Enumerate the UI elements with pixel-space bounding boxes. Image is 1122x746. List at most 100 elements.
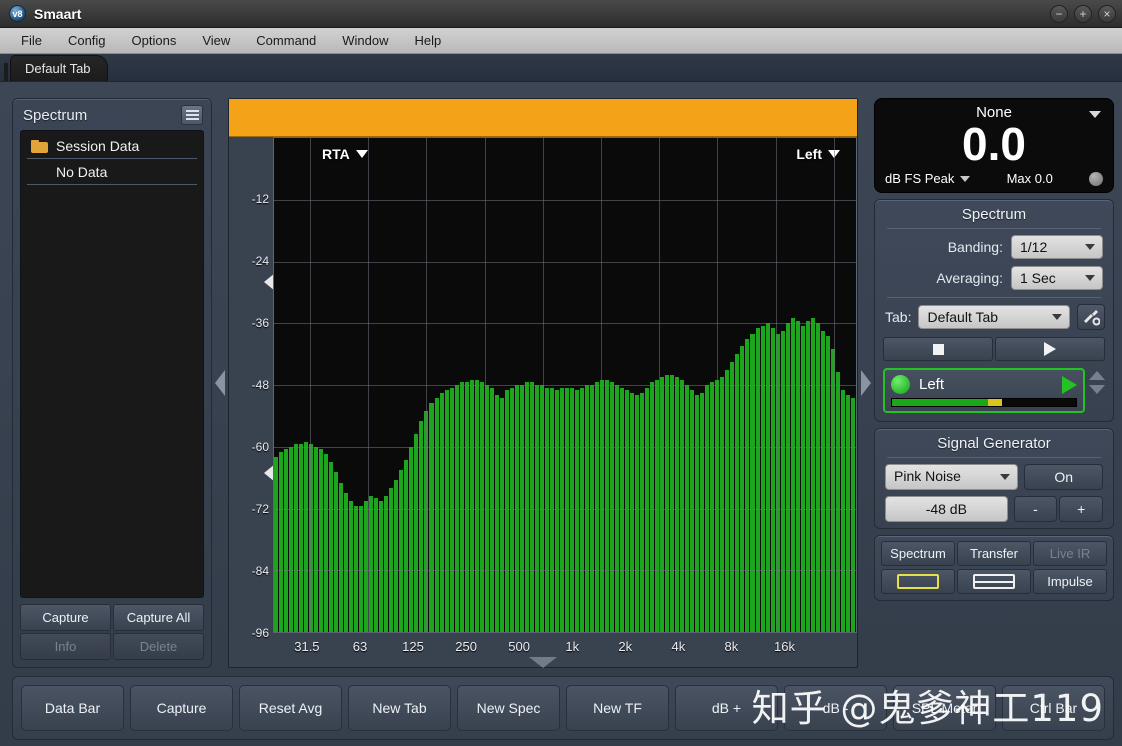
chart-collapse-handle[interactable] xyxy=(529,657,557,668)
y-tick-label: -60 xyxy=(251,440,269,454)
x-tick-label: 125 xyxy=(402,639,424,654)
y-tick-label: -36 xyxy=(251,316,269,330)
chevron-down-icon[interactable] xyxy=(1089,385,1105,394)
rta-dropdown[interactable]: RTA xyxy=(322,146,368,162)
maximize-icon[interactable]: + xyxy=(1074,5,1092,23)
generator-type-row: Pink Noise On xyxy=(875,464,1113,496)
generator-level-increase[interactable]: + xyxy=(1059,496,1104,522)
averaging-value: 1 Sec xyxy=(1020,270,1056,286)
mode-button-row: Spectrum Transfer Live IR xyxy=(881,541,1107,566)
gridline-horizontal xyxy=(274,323,856,325)
gridline-horizontal xyxy=(274,385,856,386)
banding-select[interactable]: 1/12 xyxy=(1011,235,1103,259)
toolbar-button-new-spec[interactable]: New Spec xyxy=(457,685,560,731)
generator-type-select[interactable]: Pink Noise xyxy=(885,464,1019,490)
generator-level-value[interactable]: -48 dB xyxy=(885,496,1008,522)
plot-area: -12 -24 -36 -48 -60 -72 -84 -96 RTA Left xyxy=(229,137,857,640)
capture-all-button[interactable]: Capture All xyxy=(113,604,204,631)
menu-file[interactable]: File xyxy=(8,30,55,51)
generator-level-decrease[interactable]: - xyxy=(1013,496,1058,522)
chevron-down-icon xyxy=(355,150,368,158)
gridline-vertical xyxy=(484,138,486,632)
sidebar-button-row-1: Capture Capture All xyxy=(20,604,204,631)
toolbar-button-new-tf[interactable]: New TF xyxy=(566,685,669,731)
generator-on-button[interactable]: On xyxy=(1024,464,1103,490)
averaging-select[interactable]: 1 Sec xyxy=(1011,266,1103,290)
menu-options[interactable]: Options xyxy=(119,30,190,51)
toolbar-button-reset-avg[interactable]: Reset Avg xyxy=(239,685,342,731)
single-pane-button[interactable] xyxy=(881,569,955,594)
level-green-segment xyxy=(892,399,988,406)
tab-select-row: Tab: Default Tab xyxy=(875,304,1113,337)
toolbar-button-db-[interactable]: dB + xyxy=(675,685,778,731)
right-panel: None 0.0 dB FS Peak Max 0.0 Spectrum Ban… xyxy=(874,98,1114,668)
tab-strip: Default Tab xyxy=(0,54,1122,82)
gridline-horizontal xyxy=(274,508,856,510)
list-item-no-data[interactable]: No Data xyxy=(21,159,203,185)
mode-spectrum-button[interactable]: Spectrum xyxy=(881,541,955,566)
capture-button[interactable]: Capture xyxy=(20,604,111,631)
sidebar-header: Spectrum xyxy=(13,99,211,130)
x-tick-label: 4k xyxy=(671,639,686,654)
mode-bar: Spectrum Transfer Live IR Impulse xyxy=(874,535,1114,601)
play-icon[interactable] xyxy=(1062,375,1077,394)
list-item-session-data[interactable]: Session Data xyxy=(21,133,203,159)
y-tick-label: -72 xyxy=(251,502,269,516)
meter-unit-dropdown[interactable]: dB FS Peak xyxy=(885,171,971,186)
gridline-vertical xyxy=(601,138,603,632)
sidebar-buttons: Capture Capture All Info Delete xyxy=(13,602,211,667)
mode-transfer-button[interactable]: Transfer xyxy=(957,541,1031,566)
tab-label: Tab: xyxy=(885,309,912,325)
rta-bar xyxy=(850,397,856,632)
toolbar-button-ctrl-bar[interactable]: Ctrl Bar xyxy=(1002,685,1105,731)
channel-header: Left xyxy=(891,375,1077,394)
menu-command[interactable]: Command xyxy=(243,30,329,51)
y-tick-label: -24 xyxy=(251,254,269,268)
stop-button[interactable] xyxy=(883,337,993,361)
rta-plot[interactable]: RTA Left xyxy=(273,137,857,633)
tab-default-tab[interactable]: Default Tab xyxy=(10,55,108,81)
menu-help[interactable]: Help xyxy=(402,30,455,51)
toolbar-button-new-tab[interactable]: New Tab xyxy=(348,685,451,731)
rta-dropdown-label: RTA xyxy=(322,146,350,162)
gridline-horizontal xyxy=(274,261,856,263)
banding-label: Banding: xyxy=(947,239,1003,255)
tab-select[interactable]: Default Tab xyxy=(918,305,1070,329)
toolbar-button-capture[interactable]: Capture xyxy=(130,685,233,731)
info-button[interactable]: Info xyxy=(20,633,111,660)
gridline-vertical xyxy=(775,138,777,632)
menu-config[interactable]: Config xyxy=(55,30,119,51)
split-pane-button[interactable] xyxy=(957,569,1031,594)
channel-spinner[interactable] xyxy=(1089,368,1105,394)
minimize-icon[interactable]: − xyxy=(1050,5,1068,23)
generator-level-row: -48 dB - + xyxy=(875,496,1113,528)
play-button[interactable] xyxy=(995,337,1105,361)
tools-icon[interactable] xyxy=(1077,304,1105,330)
channel-left[interactable]: Left xyxy=(883,368,1085,413)
x-axis: 31.5 63 125 250 500 1k 2k 4k 8k 16k xyxy=(229,633,857,668)
sidebar-collapse-handle[interactable] xyxy=(212,98,228,668)
menu-bar: File Config Options View Command Window … xyxy=(0,28,1122,54)
toolbar-button-data-bar[interactable]: Data Bar xyxy=(21,685,124,731)
chevron-down-icon[interactable] xyxy=(1089,111,1101,118)
level-yellow-segment xyxy=(987,399,1003,406)
menu-view[interactable]: View xyxy=(189,30,243,51)
toolbar-button-db-[interactable]: dB - xyxy=(784,685,887,731)
chevron-down-icon xyxy=(960,175,971,182)
spectrum-panel: Spectrum Banding: 1/12 Averaging: 1 Sec xyxy=(874,199,1114,422)
close-icon[interactable]: × xyxy=(1098,5,1116,23)
title-bar: v8 Smaart − + × xyxy=(0,0,1122,28)
mode-live-ir-button[interactable]: Live IR xyxy=(1033,541,1107,566)
single-pane-icon xyxy=(897,574,939,589)
toolbar-button-spl-meter[interactable]: SPL Meter xyxy=(893,685,996,731)
clip-indicator-icon xyxy=(1089,171,1103,186)
green-dot-icon xyxy=(891,375,910,394)
impulse-button[interactable]: Impulse xyxy=(1033,569,1107,594)
menu-window[interactable]: Window xyxy=(329,30,401,51)
delete-button[interactable]: Delete xyxy=(113,633,204,660)
rightpanel-collapse-handle[interactable] xyxy=(858,98,874,668)
hamburger-icon[interactable] xyxy=(181,105,203,125)
list-divider xyxy=(27,184,197,185)
chevron-up-icon[interactable] xyxy=(1089,371,1105,380)
split-pane-icon xyxy=(973,574,1015,589)
